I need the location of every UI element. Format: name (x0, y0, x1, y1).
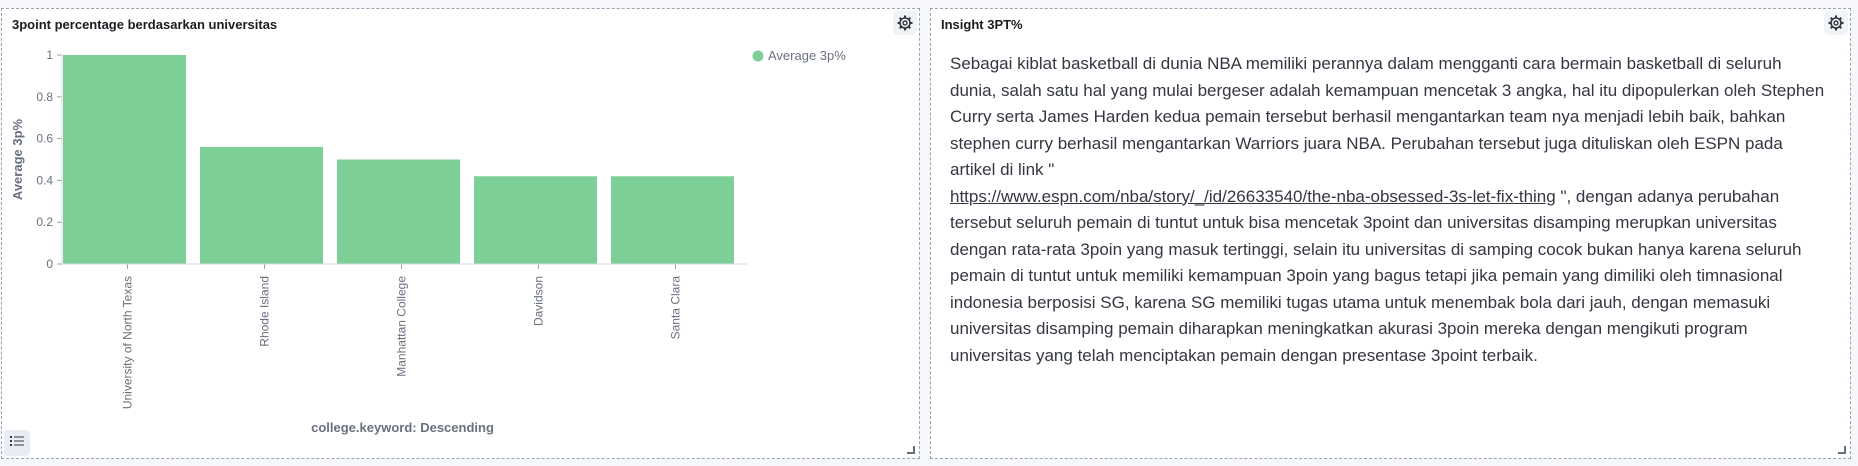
y-tick-label: 0.2 (36, 215, 53, 229)
insight-text-after: ", dengan adanya perubahan tersebut selu… (950, 186, 1802, 365)
bar (337, 159, 460, 264)
legend-swatch (752, 50, 764, 62)
legend-label: Average 3p% (768, 48, 846, 63)
x-tick-label: Manhattan College (395, 276, 409, 377)
bar (63, 55, 186, 264)
x-tick-label: Rhode Island (258, 276, 272, 347)
x-tick-label: Santa Clara (669, 276, 683, 340)
legend-toggle-button[interactable] (4, 430, 30, 456)
y-axis-title: Average 3p% (10, 118, 25, 200)
chart-panel: 3point percentage berdasarkan universita… (1, 8, 920, 459)
bar-chart: 0 0.2 0.4 0.6 0.8 1 Average 3p% University of N… (10, 48, 846, 435)
bar (200, 146, 323, 264)
y-tick-label: 0.4 (36, 173, 53, 187)
insight-text: Sebagai kiblat basketball di dunia NBA m… (950, 51, 1830, 369)
x-tick-label: Davidson (532, 276, 546, 326)
y-tick-label: 0 (46, 257, 53, 271)
gear-icon[interactable] (1824, 11, 1848, 35)
x-axis-title: college.keyword: Descending (311, 420, 494, 435)
insight-panel: Insight 3PT% Sebagai kiblat basketball d… (930, 8, 1851, 459)
resize-handle[interactable] (907, 446, 915, 454)
y-tick-label: 0.8 (36, 90, 53, 104)
insight-panel-title: Insight 3PT% (941, 17, 1023, 32)
x-tick-label: University of North Texas (121, 276, 135, 409)
list-icon (10, 434, 24, 452)
espn-article-link[interactable]: https://www.espn.com/nba/story/_/id/2663… (950, 187, 1556, 206)
y-tick-label: 0.6 (36, 132, 53, 146)
insight-text-before: Sebagai kiblat basketball di dunia NBA m… (950, 54, 1825, 179)
y-tick-label: 1 (46, 48, 53, 62)
resize-handle[interactable] (1838, 446, 1846, 454)
bar (611, 176, 734, 264)
bar (474, 176, 597, 264)
